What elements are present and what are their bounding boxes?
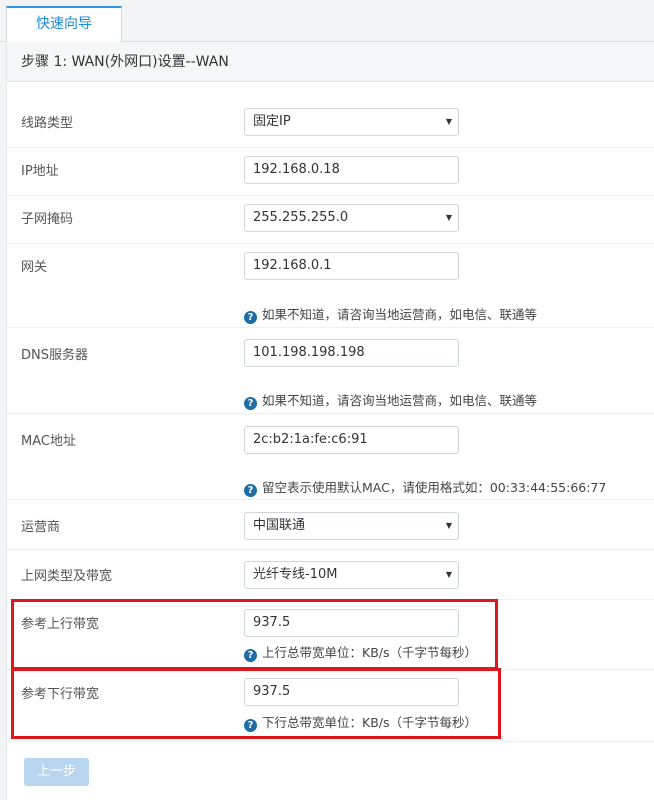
dns-hint-text: 如果不知道，请咨询当地运营商，如电信、联通等 (262, 393, 538, 408)
gateway-row: 网关 192.168.0.1 ? 如果不知道，请咨询当地运营商，如电信、联通等 (7, 244, 654, 328)
highlight-box-download (11, 668, 501, 739)
subnet-row: 子网掩码 255.255.255.0 ▼ (7, 196, 654, 244)
prev-step-button[interactable]: 上一步 (24, 758, 89, 786)
chevron-down-icon: ▼ (445, 521, 452, 530)
bandwidth-type-value: 光纤专线-10M (253, 567, 338, 582)
mac-input[interactable]: 2c:b2:1a:fe:c6:91 (244, 426, 459, 454)
line-type-select[interactable]: 固定IP ▼ (244, 108, 459, 136)
highlight-box-upload (11, 599, 498, 670)
dns-input[interactable]: 101.198.198.198 (244, 339, 459, 367)
tab-bar: 快速向导 (0, 0, 654, 43)
subnet-value: 255.255.255.0 (253, 210, 349, 225)
bandwidth-type-select[interactable]: 光纤专线-10M ▼ (244, 561, 459, 589)
help-icon: ? (244, 397, 257, 410)
help-icon: ? (244, 484, 257, 497)
tab-quick-wizard[interactable]: 快速向导 (6, 6, 122, 43)
isp-row: 运营商 中国联通 ▼ (7, 500, 654, 550)
bandwidth-type-row: 上网类型及带宽 光纤专线-10M ▼ (7, 550, 654, 600)
ip-input[interactable]: 192.168.0.18 (244, 156, 459, 184)
mac-label: MAC地址 (21, 434, 76, 449)
step-title: 步骤 1: WAN(外网口)设置--WAN (7, 42, 654, 82)
mac-hint-text: 留空表示使用默认MAC，请使用格式如：00:33:44:55:66:77 (262, 480, 607, 495)
gateway-label: 网关 (21, 260, 48, 275)
line-type-row: 线路类型 固定IP ▼ (7, 98, 654, 148)
chevron-down-icon: ▼ (445, 213, 452, 222)
line-type-value: 固定IP (253, 114, 291, 129)
mac-row: MAC地址 2c:b2:1a:fe:c6:91 ? 留空表示使用默认MAC，请使用… (7, 414, 654, 500)
help-icon: ? (244, 311, 257, 324)
isp-label: 运营商 (21, 520, 61, 535)
isp-select[interactable]: 中国联通 ▼ (244, 512, 459, 540)
gateway-input[interactable]: 192.168.0.1 (244, 252, 459, 280)
gateway-hint-text: 如果不知道，请咨询当地运营商，如电信、联通等 (262, 307, 538, 322)
chevron-down-icon: ▼ (445, 570, 452, 579)
bandwidth-type-label: 上网类型及带宽 (21, 569, 113, 584)
gateway-hint: ? 如果不知道，请咨询当地运营商，如电信、联通等 (244, 304, 537, 324)
chevron-down-icon: ▼ (445, 117, 452, 126)
ip-label: IP地址 (21, 164, 59, 179)
dns-label: DNS服务器 (21, 348, 88, 363)
dns-hint: ? 如果不知道，请咨询当地运营商，如电信、联通等 (244, 390, 537, 410)
isp-value: 中国联通 (253, 518, 306, 533)
subnet-label: 子网掩码 (21, 212, 74, 227)
mac-hint: ? 留空表示使用默认MAC，请使用格式如：00:33:44:55:66:77 (244, 477, 606, 497)
line-type-label: 线路类型 (21, 116, 74, 131)
ip-row: IP地址 192.168.0.18 (7, 148, 654, 196)
dns-row: DNS服务器 101.198.198.198 ? 如果不知道，请咨询当地运营商，如… (7, 328, 654, 414)
subnet-select[interactable]: 255.255.255.0 ▼ (244, 204, 459, 232)
